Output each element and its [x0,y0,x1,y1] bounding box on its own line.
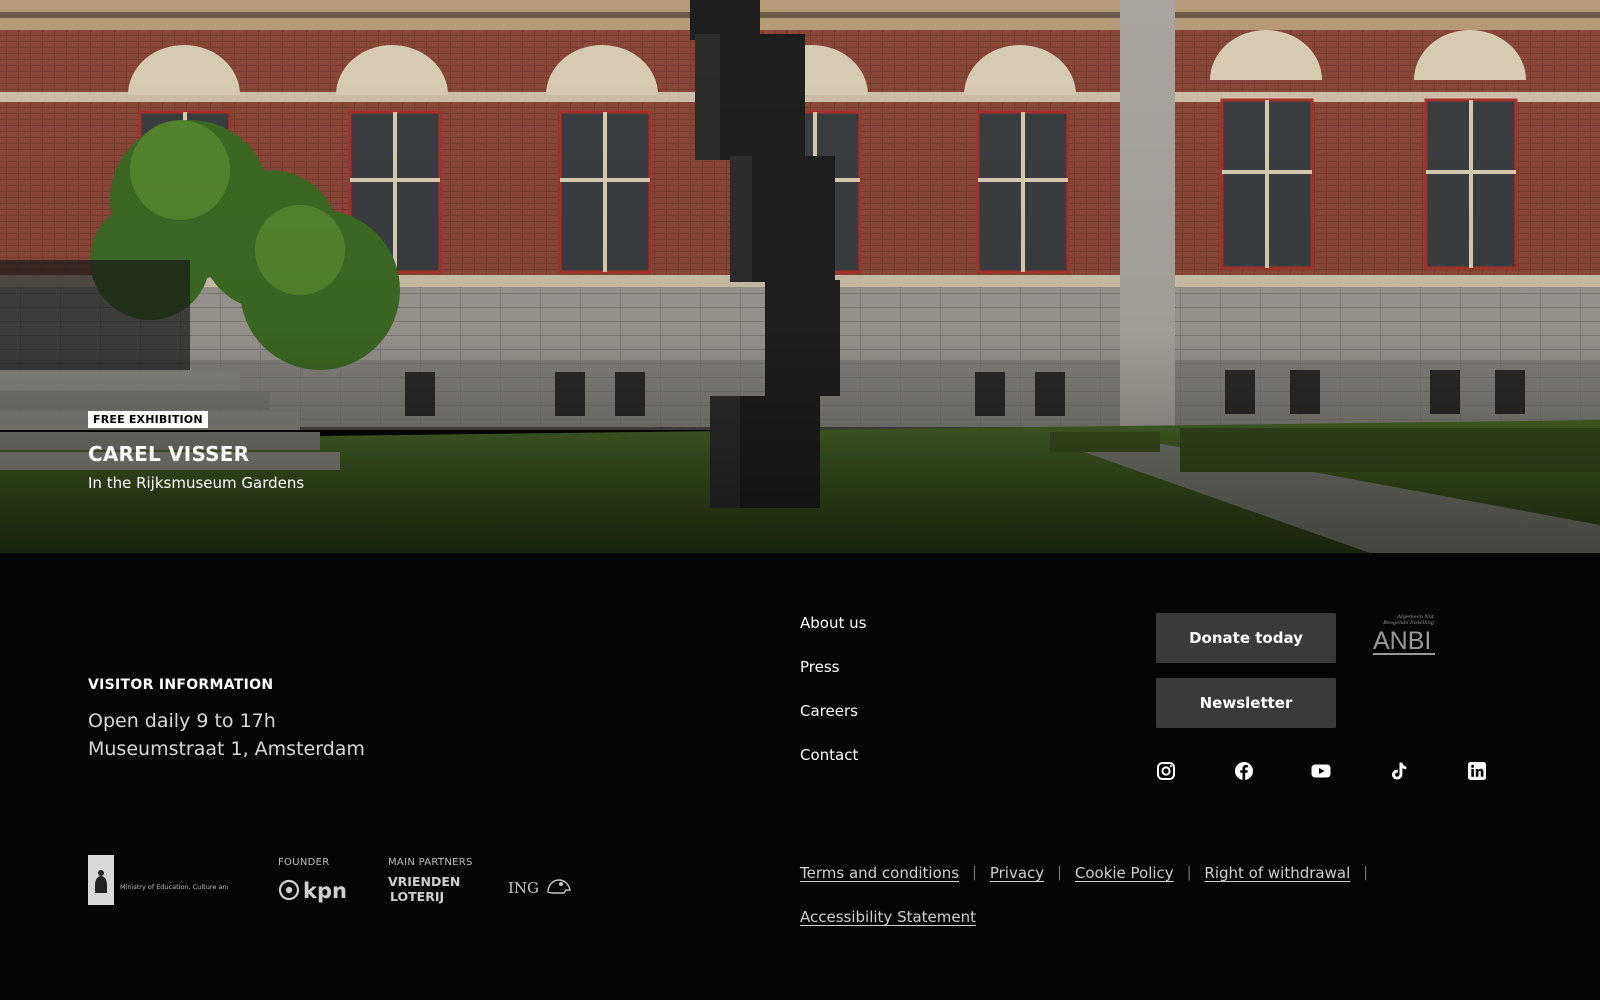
svg-text:ANBI: ANBI [1373,627,1431,655]
link-cookie-policy[interactable]: Cookie Policy [1075,864,1174,882]
hero-caption: FREE EXHIBITION CAREL VISSER In the Rijk… [88,408,304,492]
footer-links: About us Press Careers Contact [800,613,866,789]
link-contact[interactable]: Contact [800,745,866,789]
kpn-logo[interactable]: kpn [278,875,348,905]
separator: | [1363,865,1368,881]
free-exhibition-badge: FREE EXHIBITION [88,411,208,428]
legal-links: Terms and conditions | Privacy | Cookie … [800,863,1520,951]
newsletter-button[interactable]: Newsletter [1156,678,1336,728]
donate-button[interactable]: Donate today [1156,613,1336,663]
svg-text:ING: ING [508,879,539,897]
opening-hours: Open daily 9 to 17h [88,710,276,732]
address: Museumstraat 1, Amsterdam [88,738,365,760]
youtube-icon[interactable] [1311,761,1331,781]
separator: | [1186,865,1192,881]
vriendenloterij-logo[interactable]: VRIENDEN LOTERIJ [388,873,472,905]
svg-text:kpn: kpn [303,879,347,903]
svg-text:LOTERIJ: LOTERIJ [390,889,444,904]
tiktok-icon[interactable] [1389,761,1409,781]
svg-text:Ministry of Education, Culture: Ministry of Education, Culture and Scien… [120,883,228,891]
anbi-logo[interactable]: Algemeen Nut Beogende Instelling ANBI [1372,613,1436,659]
visitor-heading: VISITOR INFORMATION [88,677,274,693]
hero-banner[interactable]: FREE EXHIBITION CAREL VISSER In the Rijk… [0,0,1600,553]
link-accessibility[interactable]: Accessibility Statement [800,908,976,926]
ministry-logo[interactable]: Ministry of Education, Culture and Scien… [88,851,228,905]
separator: | [972,865,977,881]
linkedin-icon[interactable] [1467,761,1487,781]
site-footer: VISITOR INFORMATION Open daily 9 to 17h … [0,553,1600,1000]
link-careers[interactable]: Careers [800,701,866,745]
link-privacy[interactable]: Privacy [990,864,1044,882]
svg-text:Beogende Instelling: Beogende Instelling [1382,620,1434,626]
link-press[interactable]: Press [800,657,866,701]
link-terms[interactable]: Terms and conditions [800,864,959,882]
link-about-us[interactable]: About us [800,613,866,657]
link-right-of-withdrawal[interactable]: Right of withdrawal [1204,864,1350,882]
partner-logos: Ministry of Education, Culture and Scien… [88,851,608,911]
exhibition-subtitle: In the Rijksmuseum Gardens [88,474,305,492]
svg-text:VRIENDEN: VRIENDEN [388,874,460,889]
facebook-icon[interactable] [1234,761,1254,781]
instagram-icon[interactable] [1156,761,1176,781]
main-partners-label: MAIN PARTNERS [388,857,473,868]
exhibition-title[interactable]: CAREL VISSER [88,442,304,466]
ing-logo[interactable]: ING [508,873,578,903]
visitor-information: VISITOR INFORMATION Open daily 9 to 17h … [88,677,365,763]
founder-label: FOUNDER [278,857,330,868]
separator: | [1057,865,1062,881]
